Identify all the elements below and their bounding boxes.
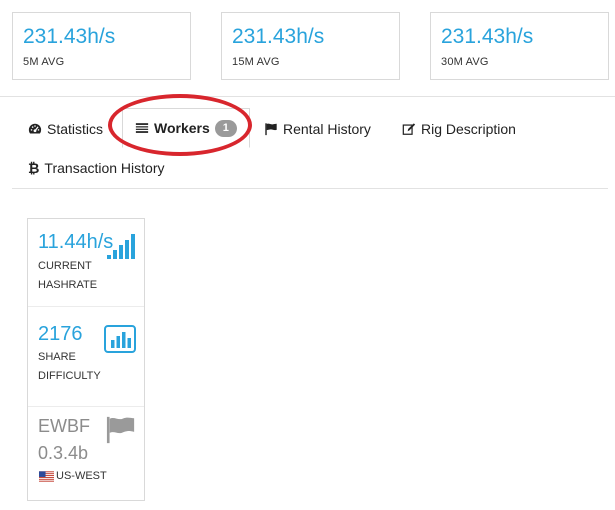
software-version: 0.3.4b xyxy=(38,443,89,463)
difficulty-label-line2: DIFFICULTY xyxy=(38,370,101,382)
workers-count-badge: 1 xyxy=(214,119,237,137)
software-name: EWBF xyxy=(38,416,90,436)
flag-icon xyxy=(106,416,135,444)
tab-transaction-history[interactable]: ₿ Transaction History xyxy=(28,159,165,177)
difficulty-label-line1: SHARE xyxy=(38,351,76,363)
tab-label: Transaction History xyxy=(44,160,165,176)
edit-icon xyxy=(402,123,416,135)
section-divider xyxy=(0,96,615,97)
hashrate-label-line2: HASHRATE xyxy=(38,279,98,291)
tab-rental-history[interactable]: Rental History xyxy=(264,120,371,138)
list-icon xyxy=(135,123,149,133)
flag-icon xyxy=(265,123,277,136)
stat-label: 30M AVG xyxy=(441,56,489,68)
stat-box-30m: 231.43h/s 30M AVG xyxy=(430,12,609,80)
bitcoin-icon: ₿ xyxy=(28,160,40,176)
software-cell: EWBF 0.3.4b US-WEST xyxy=(28,407,144,502)
tab-label: Rig Description xyxy=(421,121,516,137)
hashrate-cell: 11.44h/s CURRENT HASHRATE xyxy=(28,219,144,305)
bar-chart-icon xyxy=(104,325,136,353)
tab-workers[interactable]: Workers 1 xyxy=(122,108,250,148)
hashrate-value: 11.44h/s xyxy=(38,231,114,253)
dashboard-icon xyxy=(28,123,42,134)
stat-label: 5M AVG xyxy=(23,56,65,68)
stat-value: 231.43h/s xyxy=(441,25,534,48)
stat-value: 231.43h/s xyxy=(232,25,325,48)
us-flag-icon xyxy=(39,471,54,482)
tab-statistics[interactable]: Statistics xyxy=(28,120,103,138)
stat-label: 15M AVG xyxy=(232,56,280,68)
difficulty-cell: 2176 SHARE DIFFICULTY xyxy=(28,307,144,405)
hashrate-label-line1: CURRENT xyxy=(38,260,92,272)
signal-bars-icon xyxy=(107,234,135,259)
worker-card: 11.44h/s CURRENT HASHRATE 2176 SHARE DIF… xyxy=(27,218,145,501)
region-label: US-WEST xyxy=(56,470,107,482)
stat-value: 231.43h/s xyxy=(23,25,116,48)
tab-label: Statistics xyxy=(47,121,104,137)
tab-label: Rental History xyxy=(283,121,371,137)
tab-label: Workers xyxy=(154,120,210,136)
tabs-divider xyxy=(12,188,608,189)
difficulty-value: 2176 xyxy=(38,323,83,345)
stat-box-15m: 231.43h/s 15M AVG xyxy=(221,12,400,80)
tab-rig-description[interactable]: Rig Description xyxy=(402,120,516,138)
stat-box-5m: 231.43h/s 5M AVG xyxy=(12,12,191,80)
